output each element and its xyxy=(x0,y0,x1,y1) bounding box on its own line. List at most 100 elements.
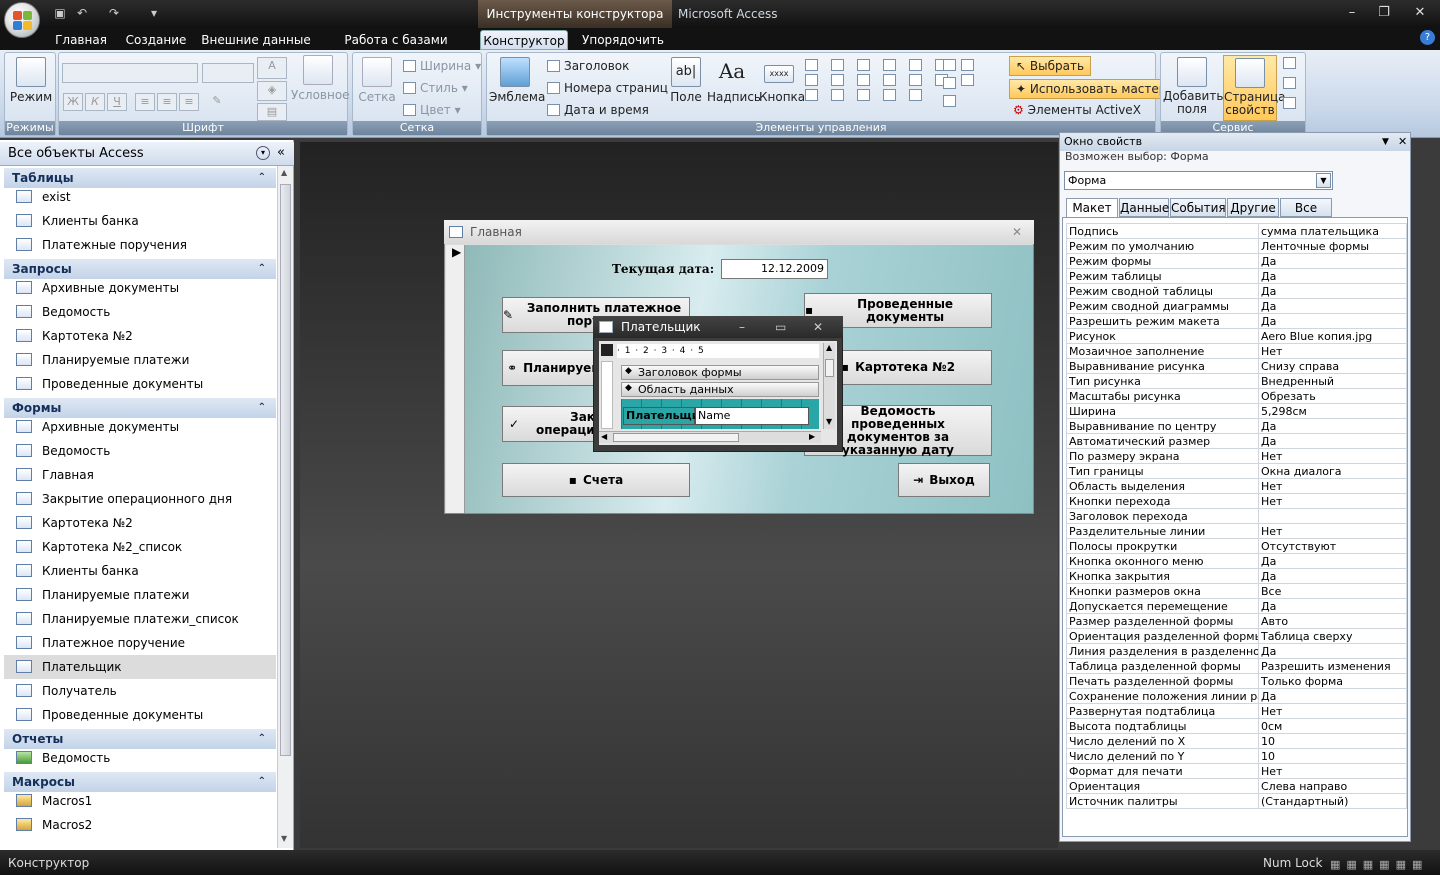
property-sheet-close-icon[interactable]: ✕ xyxy=(1398,133,1407,151)
property-value[interactable]: Окна диалога xyxy=(1258,463,1407,479)
property-row[interactable]: Ширина 5,298см xyxy=(1066,403,1407,419)
insert-picture-icon[interactable] xyxy=(883,89,896,101)
nav-item[interactable]: Проведенные документы xyxy=(4,372,276,396)
bound-frame-icon[interactable] xyxy=(805,89,818,101)
nav-item[interactable]: Плательщик xyxy=(4,655,276,679)
grid-color-button[interactable]: Цвет ▾ xyxy=(403,103,461,117)
payer-maximize-icon[interactable]: ▭ xyxy=(775,316,786,338)
tab-control-icon[interactable] xyxy=(805,59,818,71)
nav-item[interactable]: Планируемые платежи xyxy=(4,583,276,607)
nav-item[interactable]: exist xyxy=(4,185,276,209)
property-value[interactable]: Да xyxy=(1258,433,1407,449)
font-size-select[interactable] xyxy=(202,63,254,83)
nav-scrollbar[interactable]: ▲ ▼ xyxy=(277,166,293,848)
view-switcher-icons[interactable]: ▦▦▦▦▦▦ xyxy=(1330,854,1428,875)
nav-item[interactable]: Платежное поручение xyxy=(4,631,276,655)
object-selector[interactable]: Форма ▼ xyxy=(1064,171,1333,190)
nav-item[interactable]: Ведомость xyxy=(4,746,276,770)
close-icon[interactable]: ✕ xyxy=(1408,2,1432,24)
property-row[interactable]: Рисунок Aero Blue копия.jpg xyxy=(1066,328,1407,344)
record-selector[interactable]: ▶ xyxy=(446,245,465,513)
nav-item[interactable]: Получатель xyxy=(4,679,276,703)
current-date-field[interactable]: 12.12.2009 xyxy=(721,259,828,279)
property-row[interactable]: Число делений по Y 10 xyxy=(1066,748,1407,764)
property-value[interactable]: 10 xyxy=(1258,733,1407,749)
activex-button[interactable]: ⚙ Элементы ActiveX xyxy=(1013,103,1141,117)
property-row[interactable]: Кнопки перехода Нет xyxy=(1066,493,1407,509)
nav-item[interactable]: Клиенты банка xyxy=(4,209,276,233)
property-row[interactable]: Тип границы Окна диалога xyxy=(1066,463,1407,479)
payer-hscroll[interactable]: ◀ ▶ xyxy=(599,431,821,443)
property-row[interactable]: Режим сводной диаграммы Да xyxy=(1066,298,1407,314)
chevron-down-icon[interactable]: ▼ xyxy=(1382,133,1389,151)
property-value[interactable]: Нет xyxy=(1258,478,1407,494)
gridlines-button[interactable]: Сетка xyxy=(357,57,397,104)
property-row[interactable]: Выравнивание по центру Да xyxy=(1066,418,1407,434)
minimize-icon[interactable]: – xyxy=(1340,2,1364,24)
property-value[interactable]: Да xyxy=(1258,568,1407,584)
property-value[interactable]: Да xyxy=(1258,253,1407,269)
nav-item[interactable]: Картотека №2_список xyxy=(4,535,276,559)
redo-icon[interactable]: ↷ xyxy=(106,5,122,21)
property-value[interactable]: 0см xyxy=(1258,718,1407,734)
payer-vscroll[interactable]: ▲ ▼ xyxy=(823,343,835,429)
fill-color-button[interactable]: ◈ xyxy=(257,81,287,101)
unbound-frame-icon[interactable] xyxy=(883,74,896,86)
property-value[interactable]: Разрешить изменения xyxy=(1258,658,1407,674)
tab-design[interactable]: Конструктор xyxy=(480,30,568,50)
customize-toolbar-icon[interactable]: ▾ xyxy=(146,5,162,21)
property-value[interactable]: Таблица сверху xyxy=(1258,628,1407,644)
nav-pane-header[interactable]: Все объекты Access ▾ « xyxy=(0,142,294,166)
line-icon[interactable] xyxy=(831,59,844,71)
grid-width-button[interactable]: Ширина ▾ xyxy=(403,59,481,73)
property-value[interactable]: 5,298см xyxy=(1258,403,1407,419)
exit-button[interactable]: ⇥ Выход xyxy=(898,463,990,497)
property-row[interactable]: Тип рисунка Внедренный xyxy=(1066,373,1407,389)
italic-button[interactable]: К xyxy=(85,93,105,111)
property-value[interactable]: Нет xyxy=(1258,448,1407,464)
scroll-left-icon[interactable]: ◀ xyxy=(601,432,607,441)
property-row[interactable]: Выравнивание рисунка Снизу справа xyxy=(1066,358,1407,374)
property-row[interactable]: По размеру экрана Нет xyxy=(1066,448,1407,464)
scroll-down-icon[interactable]: ▼ xyxy=(281,834,287,843)
payer-hscroll-thumb[interactable] xyxy=(613,433,739,442)
prop-tab-other[interactable]: Другие xyxy=(1227,198,1279,217)
property-row[interactable]: Размер разделенной формы Авто xyxy=(1066,613,1407,629)
detail-section[interactable]: Область данных xyxy=(621,382,819,397)
tab-external-data[interactable]: Внешние данные xyxy=(200,30,312,50)
prop-tab-events[interactable]: События xyxy=(1170,198,1226,217)
button-control-button[interactable]: xxxx Кнопка xyxy=(759,57,805,104)
conditional-format-button[interactable]: Условное xyxy=(291,55,350,102)
property-row[interactable]: Масштабы рисунка Обрезать xyxy=(1066,388,1407,404)
property-sheet-title[interactable]: Окно свойств ▼ ✕ xyxy=(1060,133,1410,151)
convert-macros-icon[interactable] xyxy=(1283,97,1296,109)
tab-create[interactable]: Создание xyxy=(122,30,190,50)
property-row[interactable]: Подпись сумма плательщика xyxy=(1066,223,1407,239)
listbox-icon[interactable] xyxy=(909,59,922,71)
property-row[interactable]: Формат для печати Нет xyxy=(1066,763,1407,779)
main-form-close-icon[interactable]: ✕ xyxy=(1012,220,1022,244)
property-row[interactable]: Режим формы Да xyxy=(1066,253,1407,269)
form-header-section[interactable]: Заголовок формы xyxy=(621,365,819,380)
property-row[interactable]: Разрешить режим макета Да xyxy=(1066,313,1407,329)
property-value[interactable]: сумма плательщика xyxy=(1258,223,1407,239)
checkbox-icon[interactable] xyxy=(831,74,844,86)
align-center-button[interactable]: ≡ xyxy=(157,93,177,111)
payer-close-icon[interactable]: ✕ xyxy=(813,316,823,338)
property-row[interactable]: Режим таблицы Да xyxy=(1066,268,1407,284)
scroll-up-icon[interactable]: ▲ xyxy=(281,168,287,177)
font-color-button[interactable]: A xyxy=(257,57,287,79)
help-icon[interactable]: ? xyxy=(1420,30,1435,45)
field-control-button[interactable]: ab| Поле xyxy=(667,57,705,104)
property-value[interactable]: Нет xyxy=(1258,523,1407,539)
payer-vscroll-thumb[interactable] xyxy=(825,359,834,377)
property-value[interactable]: Aero Blue копия.jpg xyxy=(1258,328,1407,344)
font-name-select[interactable] xyxy=(62,63,198,83)
prop-tab-layout[interactable]: Макет xyxy=(1066,198,1118,218)
align-right-button[interactable]: ≡ xyxy=(179,93,199,111)
payer-name-textbox[interactable]: Name xyxy=(695,407,809,425)
property-row[interactable]: Область выделения Нет xyxy=(1066,478,1407,494)
nav-item[interactable]: Macros2 xyxy=(4,813,276,837)
image-icon[interactable] xyxy=(909,74,922,86)
nav-item[interactable]: Планируемые платежи_список xyxy=(4,607,276,631)
